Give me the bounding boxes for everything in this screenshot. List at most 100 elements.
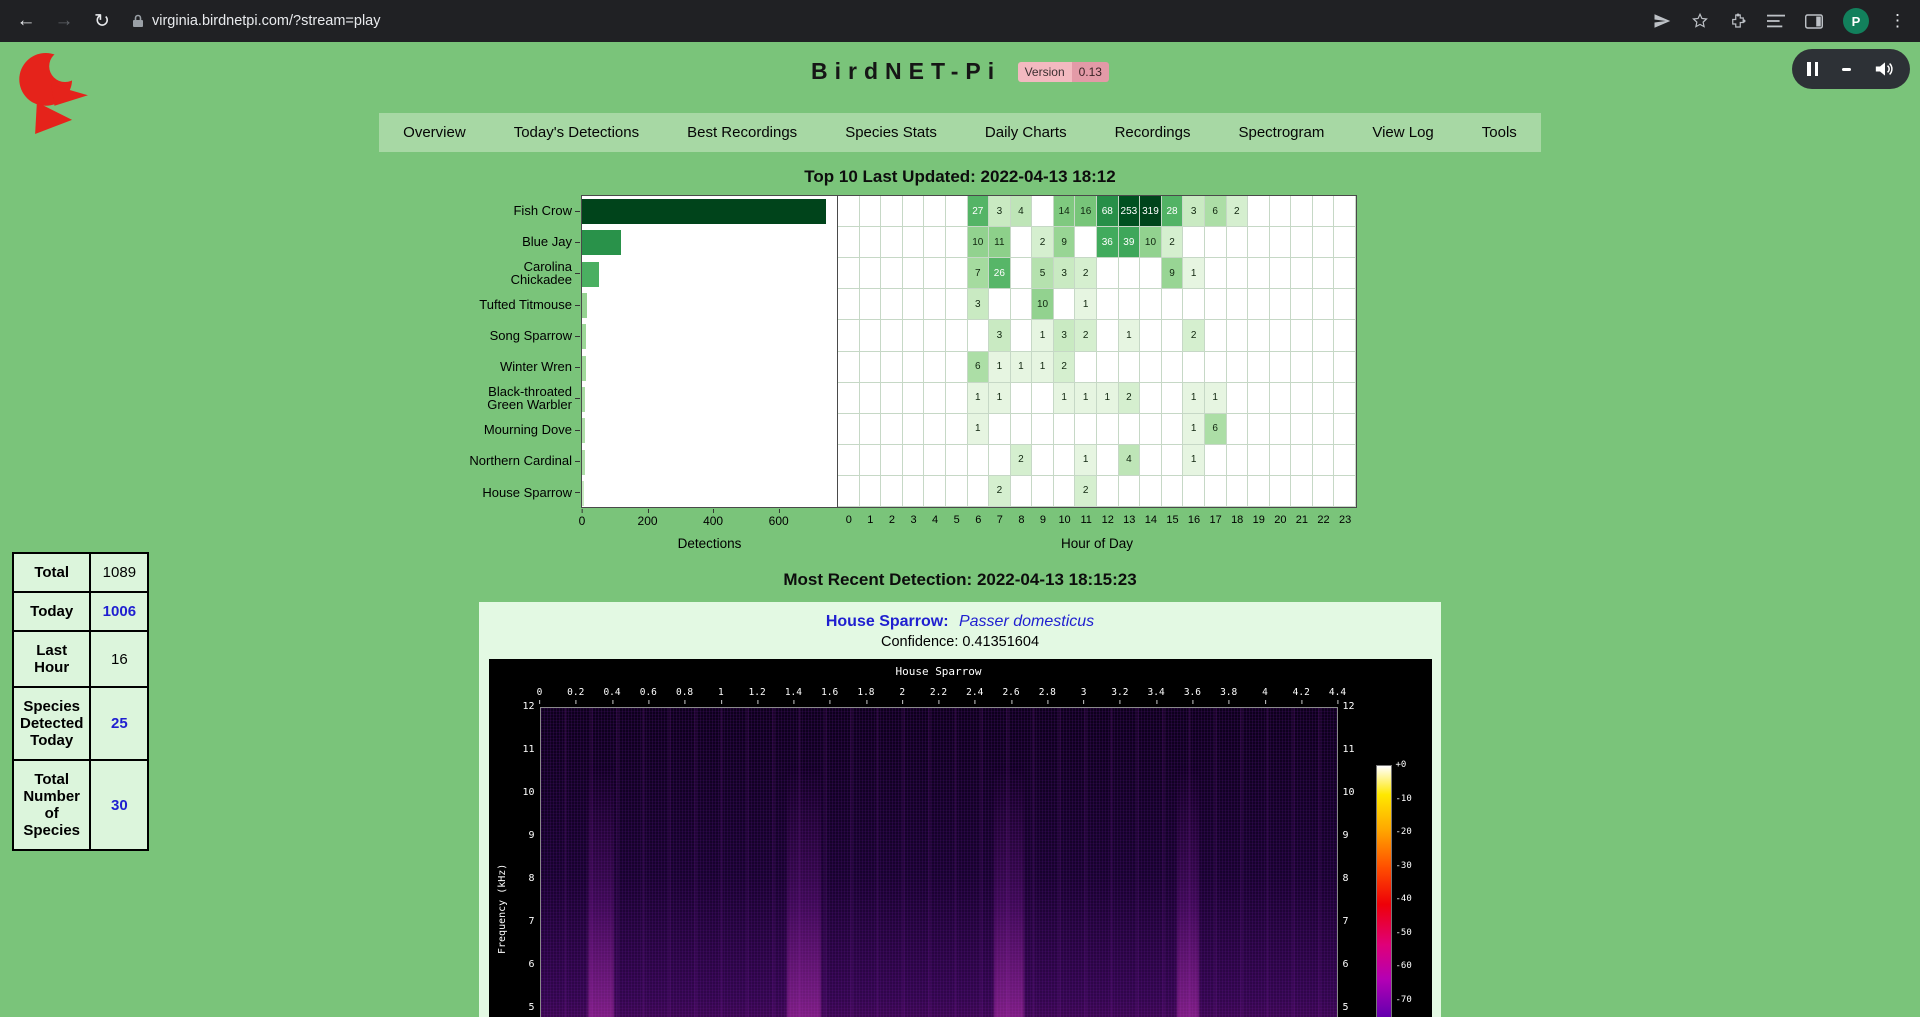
- heatmap-cell: [1248, 352, 1270, 383]
- top10-chart: Fish CrowBlue JayCarolina ChickadeeTufte…: [0, 195, 1870, 555]
- heatmap-cell: 28: [1162, 196, 1184, 227]
- nav-item-view-log[interactable]: View Log: [1348, 113, 1457, 152]
- heatmap-cell: [860, 352, 882, 383]
- species-label: Song Sparrow: [463, 320, 581, 351]
- heatmap-cell: [881, 196, 903, 227]
- nav-item-today-s-detections[interactable]: Today's Detections: [490, 113, 663, 152]
- hour-tick: 21: [1291, 514, 1313, 526]
- heatmap-cell: [1270, 445, 1292, 476]
- heatmap-cell: 1: [1075, 289, 1097, 320]
- hour-tick: 1: [860, 514, 882, 526]
- heatmap-cell: [1334, 476, 1356, 507]
- heatmap-cell: [1119, 476, 1141, 507]
- heatmap-cell: [1313, 196, 1335, 227]
- heatmap-cell: [1291, 320, 1313, 351]
- heatmap-cell: 9: [1054, 227, 1076, 258]
- bar-axis-label: Detections: [582, 536, 837, 551]
- nav-item-overview[interactable]: Overview: [379, 113, 490, 152]
- stats-row: Total Number of Species30: [13, 760, 148, 850]
- nav-item-tools[interactable]: Tools: [1458, 113, 1541, 152]
- heatmap-cell: [1248, 196, 1270, 227]
- stats-label: Today: [13, 592, 90, 631]
- freq-tick-left: 11: [513, 744, 535, 755]
- bar-row: [582, 259, 837, 290]
- bar-row: [582, 352, 837, 383]
- browser-menu-icon[interactable]: ⋮: [1889, 11, 1906, 31]
- freq-tick-left: 9: [513, 830, 535, 841]
- heatmap-cell: [860, 289, 882, 320]
- nav-item-species-stats[interactable]: Species Stats: [821, 113, 961, 152]
- heatmap-cell: [924, 289, 946, 320]
- heatmap-cell: [903, 320, 925, 351]
- hour-tick: 20: [1270, 514, 1292, 526]
- bar-axis-tick: 200: [638, 514, 658, 528]
- heatmap-cell: [1270, 383, 1292, 414]
- send-icon[interactable]: [1653, 12, 1671, 30]
- heatmap-cell: [1140, 320, 1162, 351]
- audio-player[interactable]: [1792, 49, 1910, 89]
- heatmap-cell: [1075, 414, 1097, 445]
- hour-tick: 15: [1162, 514, 1184, 526]
- heatmap-cell: 4: [1011, 196, 1033, 227]
- address-bar[interactable]: virginia.birdnetpi.com/?stream=play: [132, 13, 380, 29]
- heatmap-cell: [1270, 289, 1292, 320]
- heatmap-cell: 3: [1054, 320, 1076, 351]
- nav-item-recordings[interactable]: Recordings: [1091, 113, 1215, 152]
- hour-tick: 10: [1054, 514, 1076, 526]
- forward-icon[interactable]: →: [52, 10, 76, 32]
- nav-item-best-recordings[interactable]: Best Recordings: [663, 113, 821, 152]
- heatmap-cell: [1054, 289, 1076, 320]
- freq-tick-right: 10: [1343, 787, 1365, 798]
- stats-value: 1006: [90, 592, 148, 631]
- heatmap-cell: [1313, 227, 1335, 258]
- extensions-puzzle-icon[interactable]: [1729, 12, 1747, 30]
- speaker-icon[interactable]: [1875, 60, 1895, 78]
- heatmap-cell: [1334, 352, 1356, 383]
- reading-list-icon[interactable]: [1767, 14, 1785, 28]
- bookmark-star-icon[interactable]: [1691, 12, 1709, 30]
- heatmap-cell: [1205, 227, 1227, 258]
- detection-species[interactable]: House Sparrow:: [826, 613, 949, 630]
- back-icon[interactable]: ←: [14, 10, 38, 32]
- time-tick: 1.6: [821, 687, 838, 698]
- heatmap-cell: [1075, 227, 1097, 258]
- side-panel-icon[interactable]: [1805, 14, 1823, 29]
- colorbar-tick: -10: [1396, 794, 1412, 804]
- pause-icon[interactable]: [1807, 62, 1818, 76]
- heatmap-cell: [1119, 352, 1141, 383]
- time-tick: 1.8: [857, 687, 874, 698]
- seek-dash-icon: [1842, 68, 1851, 71]
- heatmap-cell: [838, 227, 860, 258]
- heatmap-cell: 2: [1162, 227, 1184, 258]
- heatmap-cell: [903, 258, 925, 289]
- time-tick: 1.4: [785, 687, 802, 698]
- profile-avatar[interactable]: P: [1843, 8, 1869, 34]
- heatmap-cell: [924, 383, 946, 414]
- nav-item-daily-charts[interactable]: Daily Charts: [961, 113, 1091, 152]
- hour-tick: 8: [1011, 514, 1033, 526]
- heatmap-cell: [1140, 352, 1162, 383]
- heatmap-cell: [1011, 383, 1033, 414]
- heatmap-cell: [881, 320, 903, 351]
- stats-row: Last Hour16: [13, 631, 148, 687]
- colorbar-tick: -40: [1396, 894, 1412, 904]
- detection-bar: [582, 418, 585, 443]
- heatmap-cell: 7: [968, 258, 990, 289]
- heatmap-cell: 2: [1054, 352, 1076, 383]
- heatmap-cell: [1270, 258, 1292, 289]
- reload-icon[interactable]: ↻: [90, 10, 114, 33]
- spectrogram-signal-streak: [787, 764, 821, 1017]
- nav-item-spectrogram[interactable]: Spectrogram: [1214, 113, 1348, 152]
- bar-row: [582, 227, 837, 258]
- heatmap-cell: [924, 227, 946, 258]
- heatmap-cell: [1140, 258, 1162, 289]
- detection-bar: [582, 262, 599, 287]
- heatmap-cell: [1270, 476, 1292, 507]
- heatmap-cell: [1291, 289, 1313, 320]
- heatmap-cell: 10: [1032, 289, 1054, 320]
- spectrogram-signal-streak: [588, 764, 614, 1017]
- stats-row: Species Detected Today25: [13, 687, 148, 760]
- detection-title: House Sparrow: Passer domesticus: [479, 613, 1441, 631]
- heatmap-cell: [1011, 258, 1033, 289]
- hour-tick: 17: [1205, 514, 1227, 526]
